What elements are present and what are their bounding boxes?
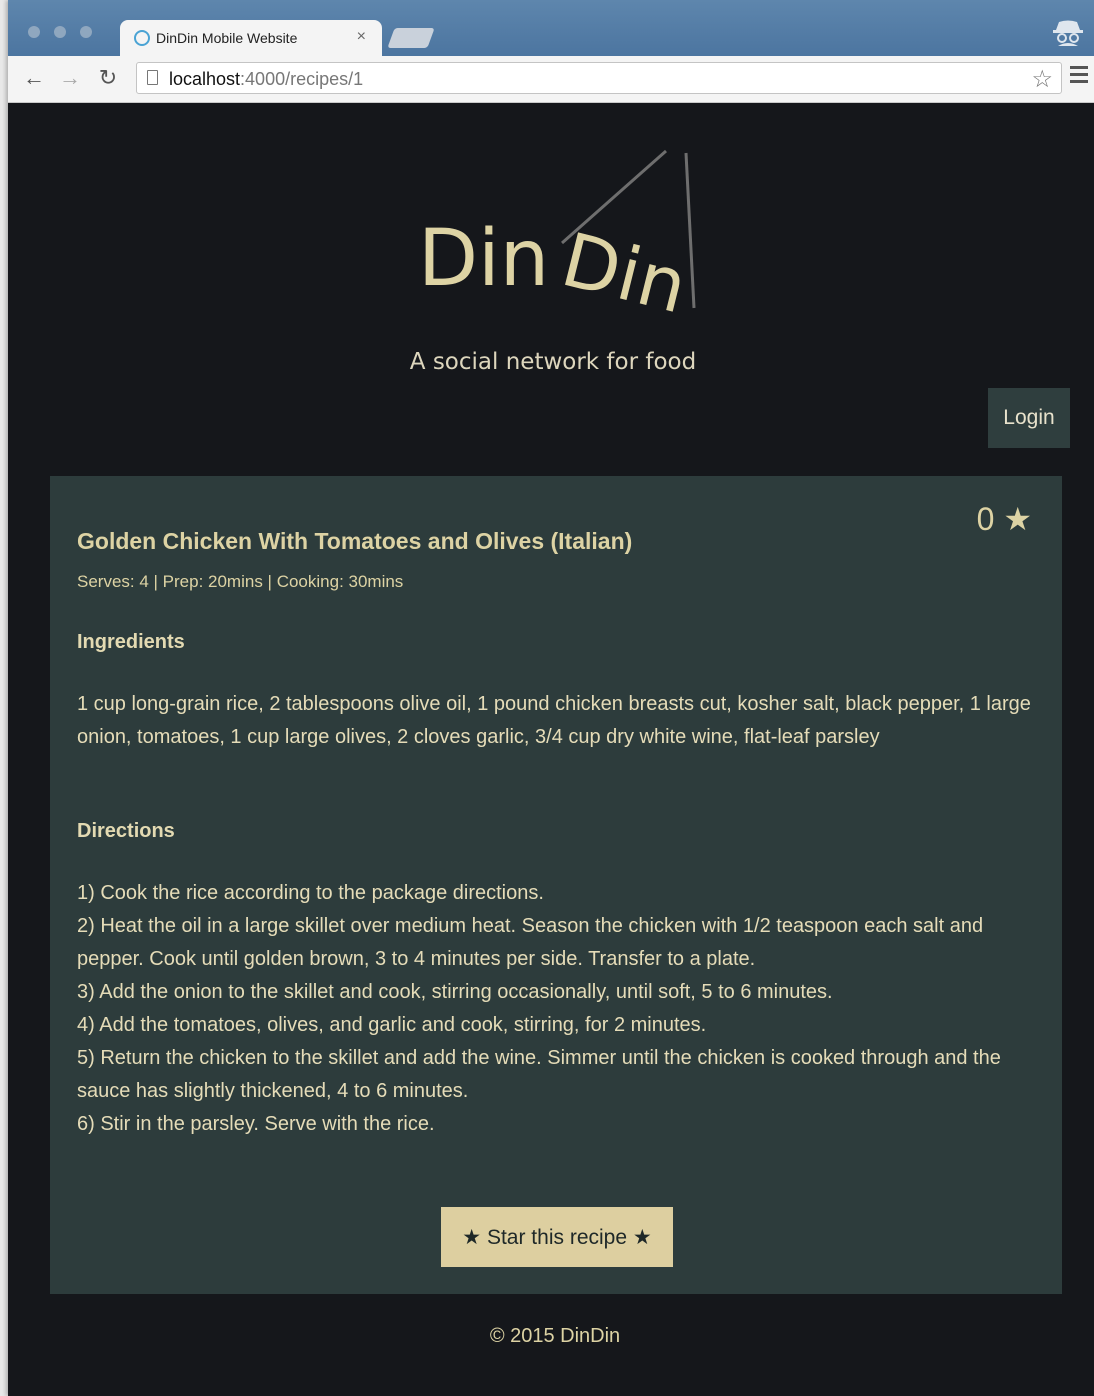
recipe-card: 0 ★ Golden Chicken With Tomatoes and Oli…: [50, 476, 1062, 1294]
recipe-title: Golden Chicken With Tomatoes and Olives …: [77, 528, 633, 554]
address-bar[interactable]: localhost:4000/recipes/1 ☆: [136, 62, 1062, 94]
tab-title: DinDin Mobile Website: [156, 30, 298, 46]
tab-bar: DinDin Mobile Website ×: [8, 0, 1094, 56]
maximize-window-button[interactable]: [80, 26, 92, 38]
recipe-meta: Serves: 4 | Prep: 20mins | Cooking: 30mi…: [77, 572, 404, 591]
page-icon: [147, 70, 158, 85]
star-rating: 0 ★: [976, 501, 1032, 537]
star-recipe-button[interactable]: ★ Star this recipe ★: [441, 1207, 673, 1267]
page-content: Din Din A social network for food Login …: [8, 103, 1094, 1396]
ingredients-list: 1 cup long-grain rice, 2 tablespoons oli…: [77, 693, 1031, 748]
forward-arrow-icon[interactable]: →: [56, 64, 84, 92]
footer-copyright: © 2015 DinDin: [489, 1325, 621, 1347]
url-text: localhost:4000/recipes/1: [169, 69, 363, 90]
back-arrow-icon[interactable]: ←: [20, 64, 48, 92]
direction-step: 1) Cook the rice according to the packag…: [77, 882, 544, 904]
dindin-logo: Din Din: [418, 149, 696, 331]
direction-step: 6) Stir in the parsley. Serve with the r…: [77, 1113, 435, 1135]
tagline: A social network for food: [409, 349, 697, 375]
login-button[interactable]: Login: [988, 388, 1070, 448]
direction-step: 3) Add the onion to the skillet and cook…: [77, 981, 833, 1003]
close-tab-icon[interactable]: ×: [357, 28, 366, 46]
ingredients-heading: Ingredients: [77, 631, 185, 653]
reload-icon[interactable]: ↻: [94, 64, 122, 92]
url-host: localhost: [169, 69, 241, 89]
menu-icon[interactable]: [1070, 66, 1088, 87]
bookmark-star-icon[interactable]: ☆: [1031, 65, 1053, 94]
browser-toolbar: ← → ↻ localhost:4000/recipes/1 ☆: [8, 56, 1094, 103]
logo-text-din: Din: [418, 214, 549, 304]
loading-icon: [134, 30, 150, 46]
close-window-button[interactable]: [28, 26, 40, 38]
new-tab-button[interactable]: [387, 28, 435, 48]
browser-tab[interactable]: DinDin Mobile Website ×: [120, 20, 382, 56]
direction-step: 5) Return the chicken to the skillet and…: [77, 1047, 1001, 1102]
direction-step: 4) Add the tomatoes, olives, and garlic …: [77, 1014, 707, 1036]
direction-step: 2) Heat the oil in a large skillet over …: [77, 915, 984, 970]
incognito-icon: [1053, 20, 1083, 46]
directions-heading: Directions: [77, 820, 175, 842]
browser-window: DinDin Mobile Website × ← → ↻ localhost:…: [8, 0, 1094, 1396]
directions-list: 1) Cook the rice according to the packag…: [77, 877, 1037, 1141]
ingredients-text: 1 cup long-grain rice, 2 tablespoons oli…: [77, 688, 1037, 754]
logo-text-din-2: Din: [554, 217, 696, 331]
window-controls: [28, 26, 92, 38]
minimize-window-button[interactable]: [54, 26, 66, 38]
url-path: :4000/recipes/1: [240, 69, 364, 89]
